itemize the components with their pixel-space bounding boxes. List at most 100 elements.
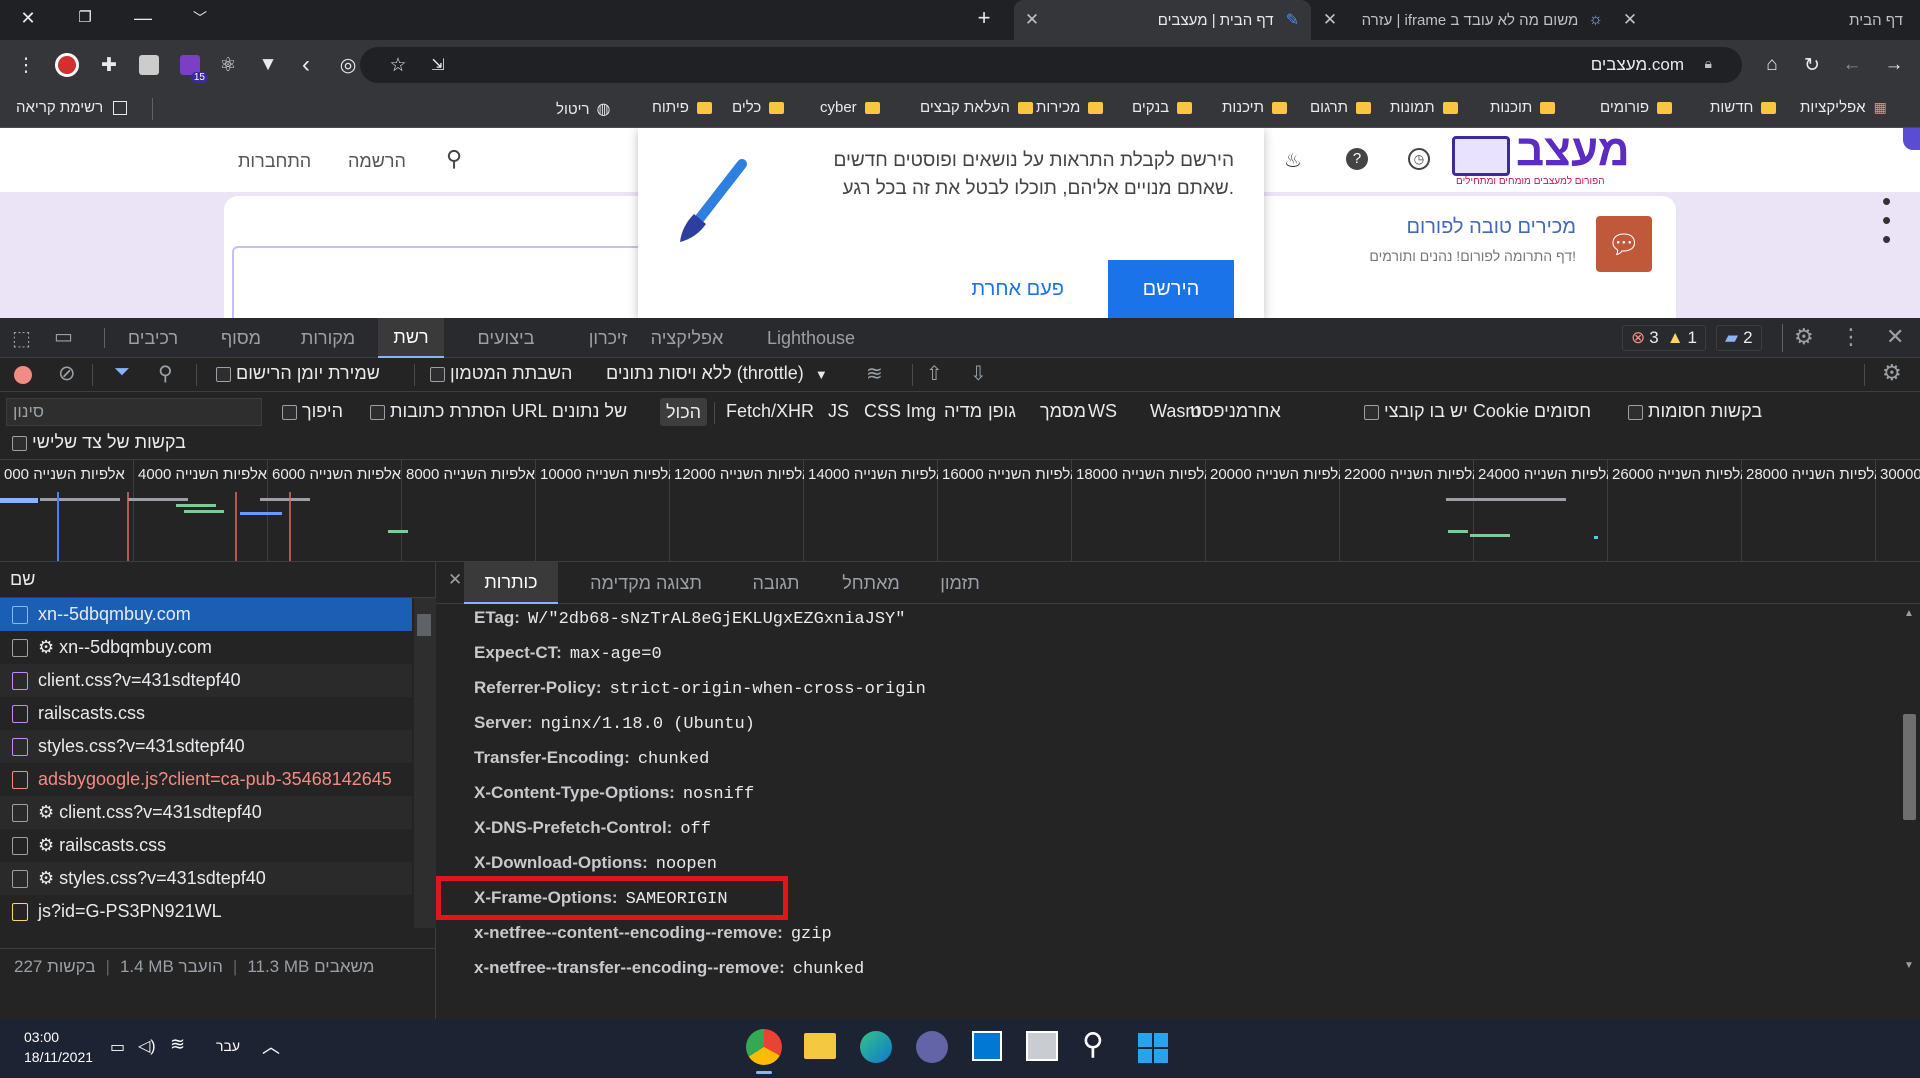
- extension-purple-icon[interactable]: 15: [176, 51, 208, 83]
- bookmark-folder[interactable]: העלאת קבצים: [920, 99, 1033, 116]
- wifi-icon[interactable]: ≋: [170, 1034, 185, 1055]
- close-tab-icon[interactable]: ✕: [1022, 10, 1042, 30]
- close-tab-icon[interactable]: ✕: [1320, 10, 1340, 30]
- scrollbar-thumb[interactable]: [1903, 714, 1916, 820]
- bookmark-folder[interactable]: פורומים: [1600, 99, 1673, 116]
- clear-icon[interactable]: ⊘: [58, 361, 76, 386]
- name-column-header[interactable]: שם: [0, 562, 436, 598]
- file-explorer-icon[interactable]: [804, 1033, 836, 1059]
- devtools-tab[interactable]: Lighthouse: [752, 318, 870, 358]
- react-devtools-icon[interactable]: ⚛: [214, 51, 242, 79]
- language-indicator[interactable]: עבר: [216, 1038, 240, 1054]
- network-conditions-icon[interactable]: ≋: [866, 361, 883, 386]
- tab-search-icon[interactable]: ﹀: [185, 8, 215, 28]
- bookmark-folder[interactable]: cyber: [820, 99, 880, 116]
- close-detail-icon[interactable]: ✕: [448, 570, 462, 590]
- detail-tab[interactable]: מאתחל: [830, 562, 912, 604]
- inspect-element-icon[interactable]: ⬚: [12, 326, 31, 351]
- menu-kebab-icon[interactable]: ⋮: [12, 51, 40, 79]
- bookmark-folder[interactable]: תוכנות: [1490, 99, 1556, 116]
- bookmark-folder[interactable]: תיכנות: [1222, 99, 1287, 116]
- request-row[interactable]: ⚙ railscasts.css: [0, 829, 412, 862]
- issues-counter[interactable]: ⊗ 3 ▲ 1: [1622, 325, 1707, 351]
- request-row[interactable]: xn--5dbqmbuy.com: [0, 598, 412, 631]
- bookmark-folder[interactable]: תמונות: [1390, 99, 1458, 116]
- vertical-dots-icon[interactable]: • • •: [1882, 188, 1891, 252]
- type-filter-button[interactable]: Fetch/XHR: [726, 401, 814, 422]
- devtools-tab[interactable]: אפליקציה: [638, 318, 736, 358]
- detail-tab[interactable]: תגובה: [734, 562, 818, 604]
- clock[interactable]: 03:00 18/11/2021: [24, 1027, 93, 1067]
- hot-fire-icon[interactable]: ♨: [1284, 148, 1302, 173]
- subscribe-button[interactable]: הירשם: [1108, 260, 1234, 318]
- type-filter-button[interactable]: גופן: [988, 401, 1016, 422]
- system-tray-chevron-icon[interactable]: ︿: [262, 1033, 280, 1059]
- customize-kebab-icon[interactable]: ⋮: [1840, 324, 1862, 350]
- widgets-icon[interactable]: [972, 1031, 1002, 1061]
- filter-input[interactable]: סינון: [6, 398, 262, 426]
- url-text[interactable]: מעצבים.com: [1591, 55, 1684, 75]
- hide-data-urls-checkbox[interactable]: הסתרת כתובות URL של נתונים: [370, 401, 627, 422]
- incognito-icon[interactable]: ◎: [334, 51, 362, 79]
- reload-icon[interactable]: ↻: [1798, 51, 1826, 79]
- reading-list[interactable]: רשימת קריאה: [16, 99, 128, 116]
- lock-icon[interactable]: 🔒︎: [1705, 55, 1712, 72]
- devtools-tab[interactable]: מקורות: [290, 318, 366, 358]
- bookmark-folder[interactable]: תרגום: [1310, 99, 1372, 116]
- scrollbar-thumb[interactable]: [417, 614, 431, 636]
- detail-tab[interactable]: כותרות: [464, 562, 558, 604]
- request-row[interactable]: railscasts.css: [0, 697, 412, 730]
- edge-icon[interactable]: [860, 1031, 892, 1063]
- extension-gray-icon[interactable]: [135, 51, 163, 79]
- volume-icon[interactable]: ◁): [138, 1036, 156, 1056]
- detail-scrollbar[interactable]: ▲ ▼: [1898, 604, 1920, 977]
- filter-funnel-icon[interactable]: ⏷: [114, 361, 130, 384]
- device-toolbar-icon[interactable]: ▭: [54, 324, 73, 349]
- teams-chat-icon[interactable]: [916, 1031, 948, 1063]
- type-filter-button[interactable]: מסמך: [1040, 401, 1086, 422]
- register-link[interactable]: הרשמה: [348, 151, 406, 172]
- request-list-scrollbar[interactable]: [414, 598, 436, 928]
- type-filter-button[interactable]: Img: [906, 401, 936, 422]
- request-row[interactable]: js?id=G-PS3PN921WL: [0, 895, 412, 928]
- search-icon[interactable]: ⚲: [1082, 1027, 1104, 1062]
- later-button[interactable]: פעם אחרת: [971, 278, 1064, 301]
- restore-window-icon[interactable]: ❐: [70, 8, 100, 26]
- detail-tab[interactable]: תצוגה מקדימה: [570, 562, 722, 604]
- tab-help-iframe[interactable]: עזרה | iframe משום מה לא עובד ב ☼: [1315, 0, 1615, 40]
- disable-cache-checkbox[interactable]: השבתת המטמון: [430, 363, 572, 384]
- bookmark-star-icon[interactable]: ☆: [384, 51, 412, 79]
- bookmark-folder[interactable]: פיתוח: [652, 99, 712, 116]
- type-filter-button[interactable]: מדיה: [944, 401, 982, 422]
- install-app-icon[interactable]: ⇲: [424, 51, 452, 79]
- request-row[interactable]: ⚙ xn--5dbqmbuy.com: [0, 631, 412, 664]
- back-arrow-icon[interactable]: →: [1880, 51, 1908, 79]
- bookmark-ritual[interactable]: ריטול ◍: [556, 99, 611, 119]
- new-tab-icon[interactable]: +: [969, 5, 999, 31]
- filter-all-button[interactable]: הכול: [660, 398, 708, 426]
- devtools-tab[interactable]: זיכרון: [578, 318, 638, 358]
- start-windows-icon[interactable]: [1138, 1033, 1168, 1063]
- help-icon[interactable]: ?: [1346, 148, 1368, 170]
- search-icon[interactable]: ⚲: [158, 361, 173, 386]
- minimize-window-icon[interactable]: —: [128, 8, 158, 29]
- type-filter-button[interactable]: JS: [828, 401, 849, 422]
- close-tab-icon[interactable]: ✕: [1620, 10, 1640, 30]
- network-settings-gear-icon[interactable]: ⚙: [1882, 360, 1902, 386]
- welcome-title[interactable]: מכירים טובה לפורום: [1406, 216, 1576, 239]
- record-icon[interactable]: [14, 366, 32, 384]
- invert-checkbox[interactable]: היפוך: [282, 401, 343, 422]
- blocked-cookies-checkbox[interactable]: יש בו קובצי Cookie חסומים: [1364, 401, 1591, 422]
- home-icon[interactable]: ⌂: [1758, 51, 1786, 79]
- bookmark-folder[interactable]: בנקים: [1132, 99, 1193, 116]
- clock-icon[interactable]: ◷: [1408, 148, 1430, 170]
- blocked-requests-checkbox[interactable]: בקשות חסומות: [1628, 401, 1762, 422]
- extension-red-icon[interactable]: [53, 51, 81, 79]
- bookmark-folder[interactable]: כלים: [732, 99, 785, 116]
- export-har-icon[interactable]: ⇩: [970, 361, 987, 386]
- type-filter-button[interactable]: מניפסט: [1190, 401, 1248, 422]
- request-row[interactable]: adsbygoogle.js?client=ca-pub-35468142645: [0, 763, 412, 796]
- bookmark-folder[interactable]: מכירות: [1036, 99, 1104, 116]
- chevron-left-icon[interactable]: ‹: [292, 51, 320, 79]
- settings-gear-icon[interactable]: ⚙: [1794, 324, 1814, 350]
